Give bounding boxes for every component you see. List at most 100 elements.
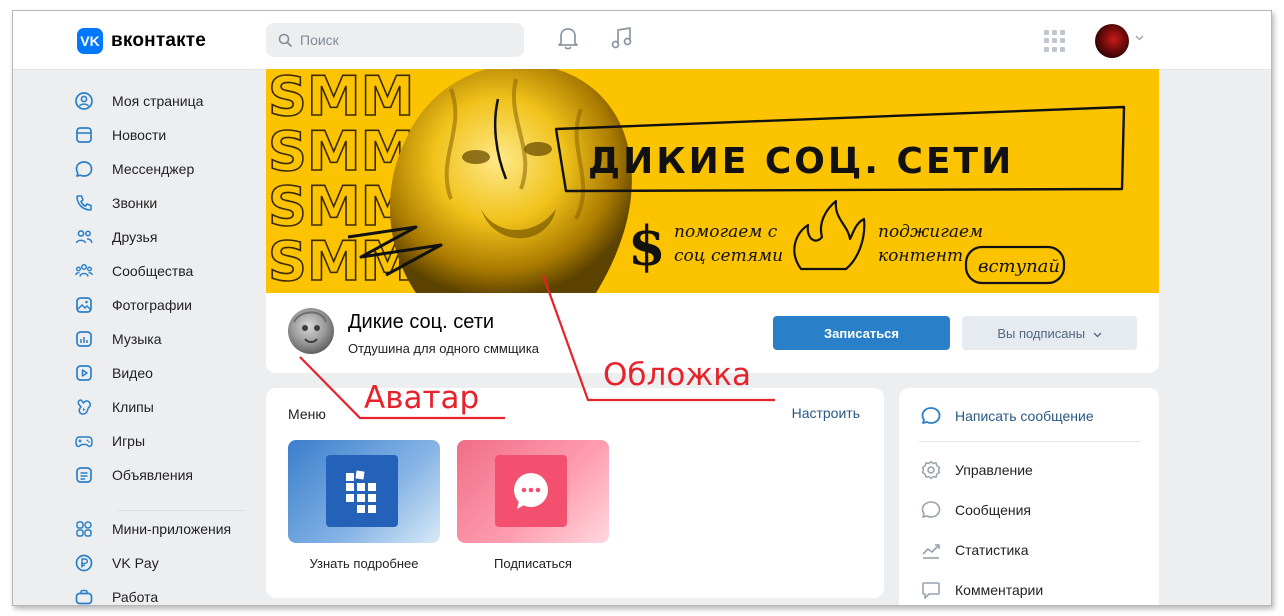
sidebar-item-label: Мини-приложения xyxy=(112,521,232,537)
sidebar-item-label: Клипы xyxy=(112,399,154,415)
menu-settings-link[interactable]: Настроить xyxy=(792,405,860,421)
vk-logo[interactable]: VK вконтакте xyxy=(77,28,206,54)
cover-title-text: ДИКИЕ СОЦ. СЕТИ xyxy=(588,141,1014,182)
sidebar-item-my-page[interactable]: Моя страница xyxy=(73,87,253,115)
sidebar-item-label: Фотографии xyxy=(112,297,193,313)
search-icon xyxy=(278,33,292,47)
lion-avatar-icon xyxy=(293,311,327,343)
subscribed-dropdown-button[interactable]: Вы подписаны xyxy=(962,316,1137,350)
sidebar-item-label: VK Pay xyxy=(112,555,159,571)
subscribe-button[interactable]: Записаться xyxy=(773,316,950,350)
search-box[interactable] xyxy=(266,23,524,57)
search-input[interactable] xyxy=(298,31,502,49)
sidebar-item-news[interactable]: Новости xyxy=(73,121,253,149)
write-message-button[interactable]: Написать сообщение xyxy=(919,404,1094,428)
menu-title: Меню xyxy=(288,406,326,422)
cover-feature-help: $ помогаем с соц сетями xyxy=(628,214,783,278)
comment-icon xyxy=(919,578,943,602)
action-statistics[interactable]: Статистика xyxy=(919,538,1029,562)
cover-join-badge: вступай xyxy=(964,245,1066,285)
action-messages[interactable]: Сообщения xyxy=(919,498,1031,522)
sidebar-item-label: Моя страница xyxy=(112,93,204,109)
sidebar-item-messenger[interactable]: Мессенджер xyxy=(73,155,253,183)
cover-feature-fire: поджигаем контент xyxy=(793,199,983,271)
message-icon xyxy=(919,498,943,522)
fire-icon xyxy=(793,199,866,271)
chart-icon xyxy=(919,538,943,562)
browser-viewport: VK вконтакте Моя страница xyxy=(12,10,1272,606)
write-message-label: Написать сообщение xyxy=(955,408,1094,424)
sidebar-item-label: Работа xyxy=(112,589,159,605)
apps-grid-icon[interactable] xyxy=(1044,30,1066,52)
sidebar-item-label: Новости xyxy=(112,127,167,143)
menu-tile-learn-more[interactable] xyxy=(288,440,440,543)
sidebar-item-photos[interactable]: Фотографии xyxy=(73,291,253,319)
sidebar-item-label: Объявления xyxy=(112,467,193,483)
dollar-icon: $ xyxy=(628,214,666,278)
sidebar-item-label: Друзья xyxy=(112,229,158,245)
feature1-line1: помогаем с xyxy=(674,222,778,242)
actions-divider xyxy=(919,441,1141,442)
gamepad-icon xyxy=(73,430,95,452)
action-label: Управление xyxy=(955,462,1033,478)
sidebar-item-clips[interactable]: Клипы xyxy=(73,393,253,421)
vkpay-icon xyxy=(73,552,95,574)
cover-artwork: SMM SMM SMM SMM ДИКИЕ СОЦ. СЕТИ $ помога… xyxy=(267,69,1126,293)
group-cover[interactable]: SMM SMM SMM SMM ДИКИЕ СОЦ. СЕТИ $ помога… xyxy=(266,69,1159,293)
join-text: вступай xyxy=(978,256,1060,277)
chat-bubble-icon xyxy=(495,455,567,527)
sidebar-divider xyxy=(117,510,245,511)
sidebar-item-communities[interactable]: Сообщества xyxy=(73,257,253,285)
briefcase-icon xyxy=(73,586,95,605)
phone-icon xyxy=(73,192,95,214)
news-icon xyxy=(73,124,95,146)
actions-card: Написать сообщение Управление Сообщения … xyxy=(899,388,1159,605)
group-header: Дикие соц. сети Отдушина для одного сммщ… xyxy=(266,293,1159,373)
feature2-line2: контент xyxy=(878,246,963,266)
group-avatar[interactable] xyxy=(288,308,334,354)
sidebar-item-label: Мессенджер xyxy=(112,161,195,177)
sidebar-item-work[interactable]: Работа xyxy=(73,583,253,605)
action-comments[interactable]: Комментарии xyxy=(919,578,1043,602)
subscribed-label: Вы подписаны xyxy=(997,325,1086,341)
vk-logo-icon: VK xyxy=(77,28,103,54)
sidebar-item-vk-pay[interactable]: VK Pay xyxy=(73,549,253,577)
sidebar-item-label: Сообщества xyxy=(112,263,194,279)
user-circle-icon xyxy=(73,90,95,112)
menu-card: Меню Настроить Узнать подробнее Подписат… xyxy=(266,388,884,598)
sidebar-item-ads[interactable]: Объявления xyxy=(73,461,253,489)
communities-icon xyxy=(73,260,95,282)
bell-icon[interactable] xyxy=(556,25,580,56)
video-icon xyxy=(73,362,95,384)
chevron-down-icon[interactable] xyxy=(1135,33,1144,44)
top-bar: VK вконтакте xyxy=(13,11,1271,70)
tile-label: Узнать подробнее xyxy=(309,556,419,571)
feature1-line2: соц сетями xyxy=(674,246,783,266)
sidebar-item-music[interactable]: Музыка xyxy=(73,325,253,353)
sidebar-item-video[interactable]: Видео xyxy=(73,359,253,387)
tile-label: Подписаться xyxy=(494,556,572,571)
message-icon xyxy=(919,404,943,428)
menu-tile-subscribe[interactable] xyxy=(457,440,609,543)
user-avatar[interactable] xyxy=(1095,24,1129,58)
photo-icon xyxy=(73,294,95,316)
message-icon xyxy=(73,158,95,180)
sidebar-item-label: Игры xyxy=(112,433,146,449)
action-label: Сообщения xyxy=(955,502,1031,518)
group-status: Отдушина для одного сммщика xyxy=(348,341,540,356)
group-name: Дикие соц. сети xyxy=(348,311,495,333)
smm-text-2: SMM xyxy=(268,120,414,183)
sidebar-item-games[interactable]: Игры xyxy=(73,427,253,455)
sidebar-item-friends[interactable]: Друзья xyxy=(73,223,253,251)
music-icon[interactable] xyxy=(610,25,634,56)
action-manage[interactable]: Управление xyxy=(919,458,1033,482)
gear-icon xyxy=(919,458,943,482)
action-label: Комментарии xyxy=(955,582,1044,598)
cover-title: ДИКИЕ СОЦ. СЕТИ xyxy=(554,105,1126,193)
sidebar-item-mini-apps[interactable]: Мини-приложения xyxy=(73,515,253,543)
sidebar-item-label: Музыка xyxy=(112,331,162,347)
friends-icon xyxy=(73,226,95,248)
sidebar-item-label: Видео xyxy=(112,365,153,381)
sidebar-item-calls[interactable]: Звонки xyxy=(73,189,253,217)
feature2-line1: поджигаем xyxy=(878,222,983,242)
